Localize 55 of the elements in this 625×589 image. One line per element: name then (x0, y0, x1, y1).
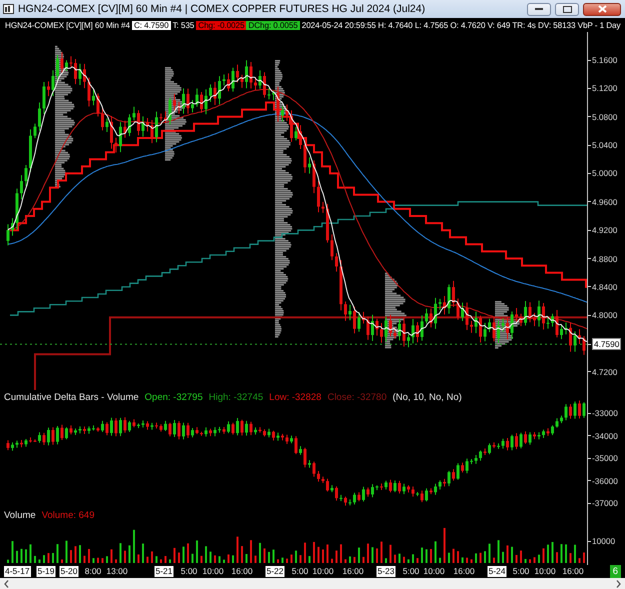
quote-field: T: 535 (170, 20, 196, 30)
time-axis-label: 5:00 (512, 566, 530, 577)
time-axis-label: 5-23 (376, 566, 396, 577)
quote-field: C: 4.7590 (132, 20, 171, 30)
time-axis-label: 16:00 (342, 566, 364, 577)
price-axis-label: 4.9600 (588, 196, 618, 207)
delta-axis-label: -33000 (588, 408, 618, 418)
price-axis-label: 5.1600 (588, 55, 618, 65)
time-axis-label: 16:00 (562, 566, 584, 577)
price-axis-label: 4.7200 (588, 366, 618, 377)
time-axis-label: 10:00 (202, 566, 224, 577)
price-axis-label: 5.0400 (588, 140, 618, 150)
time-axis-label: 5:00 (402, 566, 420, 577)
time-axis-label: 5-20 (60, 566, 78, 577)
price-axis-label: 4.9200 (588, 225, 618, 236)
indicator-params: (No, 10, No, No) (392, 392, 462, 403)
panel-title: Volume (4, 510, 36, 521)
count-badge: 6 (610, 565, 621, 578)
delta-value: Close: -32780 (327, 392, 387, 403)
time-axis-label: 5-21 (154, 566, 174, 577)
last-price-label: 4.7590 (592, 338, 622, 350)
price-axis-label: 5.0800 (588, 112, 618, 122)
time-axis-label: 5-19 (36, 566, 56, 577)
time-axis-label: 5-22 (266, 566, 284, 577)
delta-axis-label: -37000 (588, 498, 618, 508)
time-axis-label: 5:00 (292, 566, 308, 577)
quote-field: DChg: 0.0055 (246, 20, 300, 30)
symbol-label: HGN24-COMEX [CV][M] 60 Min #4 (4, 20, 131, 30)
delta-value: High: -32745 (208, 392, 264, 403)
quote-field: Chg: -0.0025 (196, 20, 246, 30)
volume-value: Volume: 649 (42, 510, 95, 521)
price-axis-label: 4.8000 (588, 310, 618, 320)
delta-axis-label: -34000 (588, 430, 618, 440)
delta-axis-label: -35000 (588, 453, 618, 463)
time-axis-label: 8:00 (84, 566, 102, 577)
time-axis-label: 5:00 (180, 566, 198, 577)
quote-field: 2024-05-24 20:59:55 H: 4.7640 L: 4.7565 O: 4.7620 V: 649 TR: 4s DV: 58133 VbP - 1 Day (300, 20, 623, 30)
price-axis-label: 4.8400 (588, 282, 618, 292)
price-axis-label: 4.8800 (588, 254, 618, 264)
time-axis-label: 5-24 (488, 566, 506, 577)
time-axis-label: 16:00 (453, 566, 475, 577)
time-axis-label: 10:00 (423, 566, 445, 577)
time-axis-label: 10:00 (312, 566, 334, 577)
volume-axis-label: 10000 (588, 536, 616, 546)
time-axis-label: 16:00 (231, 566, 253, 577)
panel-title: Cumulative Delta Bars - Volume (4, 392, 139, 403)
price-axis-label: 5.0000 (588, 168, 618, 178)
time-axis-label: 4-5-17 (4, 566, 31, 577)
delta-value: Open: -32795 (144, 392, 203, 403)
price-axis-label: 5.1200 (588, 83, 618, 94)
time-axis-label: 13:00 (106, 566, 128, 577)
delta-value: Low: -32828 (269, 392, 322, 403)
window-title: HGN24-COMEX [CV][M] 60 Min #4 | COMEX COPPER FUTURES HG Jul 2024 (Jul24) (18, 3, 426, 15)
delta-axis-label: -36000 (588, 476, 618, 486)
time-axis-label: 10:00 (534, 566, 556, 577)
